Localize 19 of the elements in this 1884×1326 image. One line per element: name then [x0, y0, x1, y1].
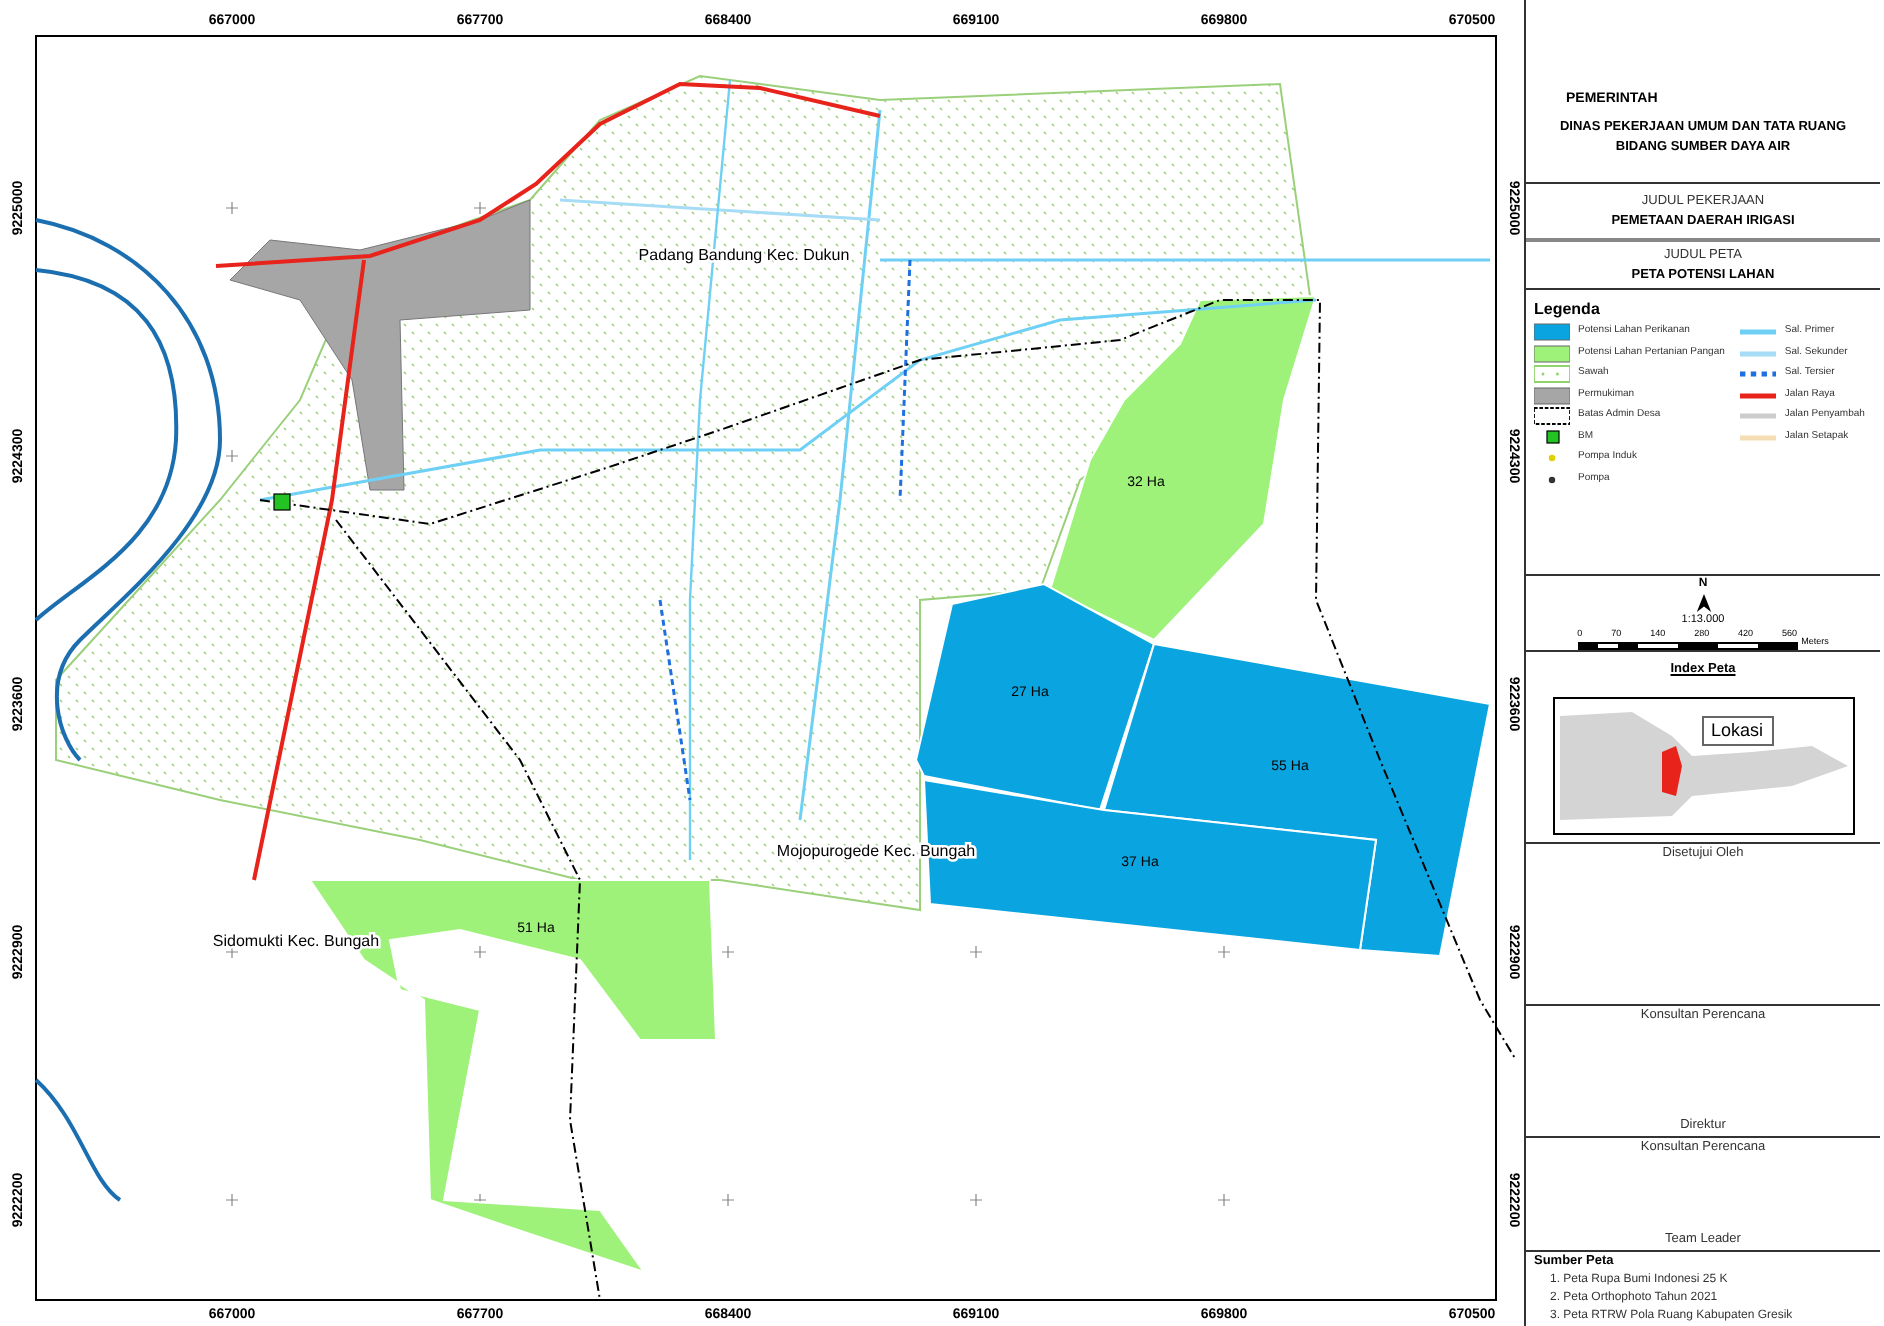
legend-title: Legenda	[1534, 297, 1602, 322]
grid-cross-icon	[225, 1193, 239, 1207]
grid-cross-icon	[1217, 1193, 1231, 1207]
scale-bar-icon	[1577, 641, 1798, 650]
river-line	[34, 1078, 122, 1202]
grid-cross-icon	[969, 1193, 983, 1207]
north-arrow-icon	[1695, 593, 1711, 612]
grid-cross-icon	[1217, 945, 1231, 959]
grid-cross-icon	[721, 945, 735, 959]
grid-cross-icon	[225, 945, 239, 959]
grid-cross-icon	[969, 945, 983, 959]
grid-cross-icon	[721, 1193, 735, 1207]
grid-cross-icon	[473, 201, 487, 215]
grid-cross-icon	[473, 945, 487, 959]
place-label: Sidomukti Kec. Bungah	[212, 932, 380, 950]
grid-cross-icon	[225, 449, 239, 463]
location-callout: Lokasi	[1701, 715, 1774, 747]
grid-cross-icon	[225, 201, 239, 215]
benchmark-icon	[273, 493, 291, 511]
